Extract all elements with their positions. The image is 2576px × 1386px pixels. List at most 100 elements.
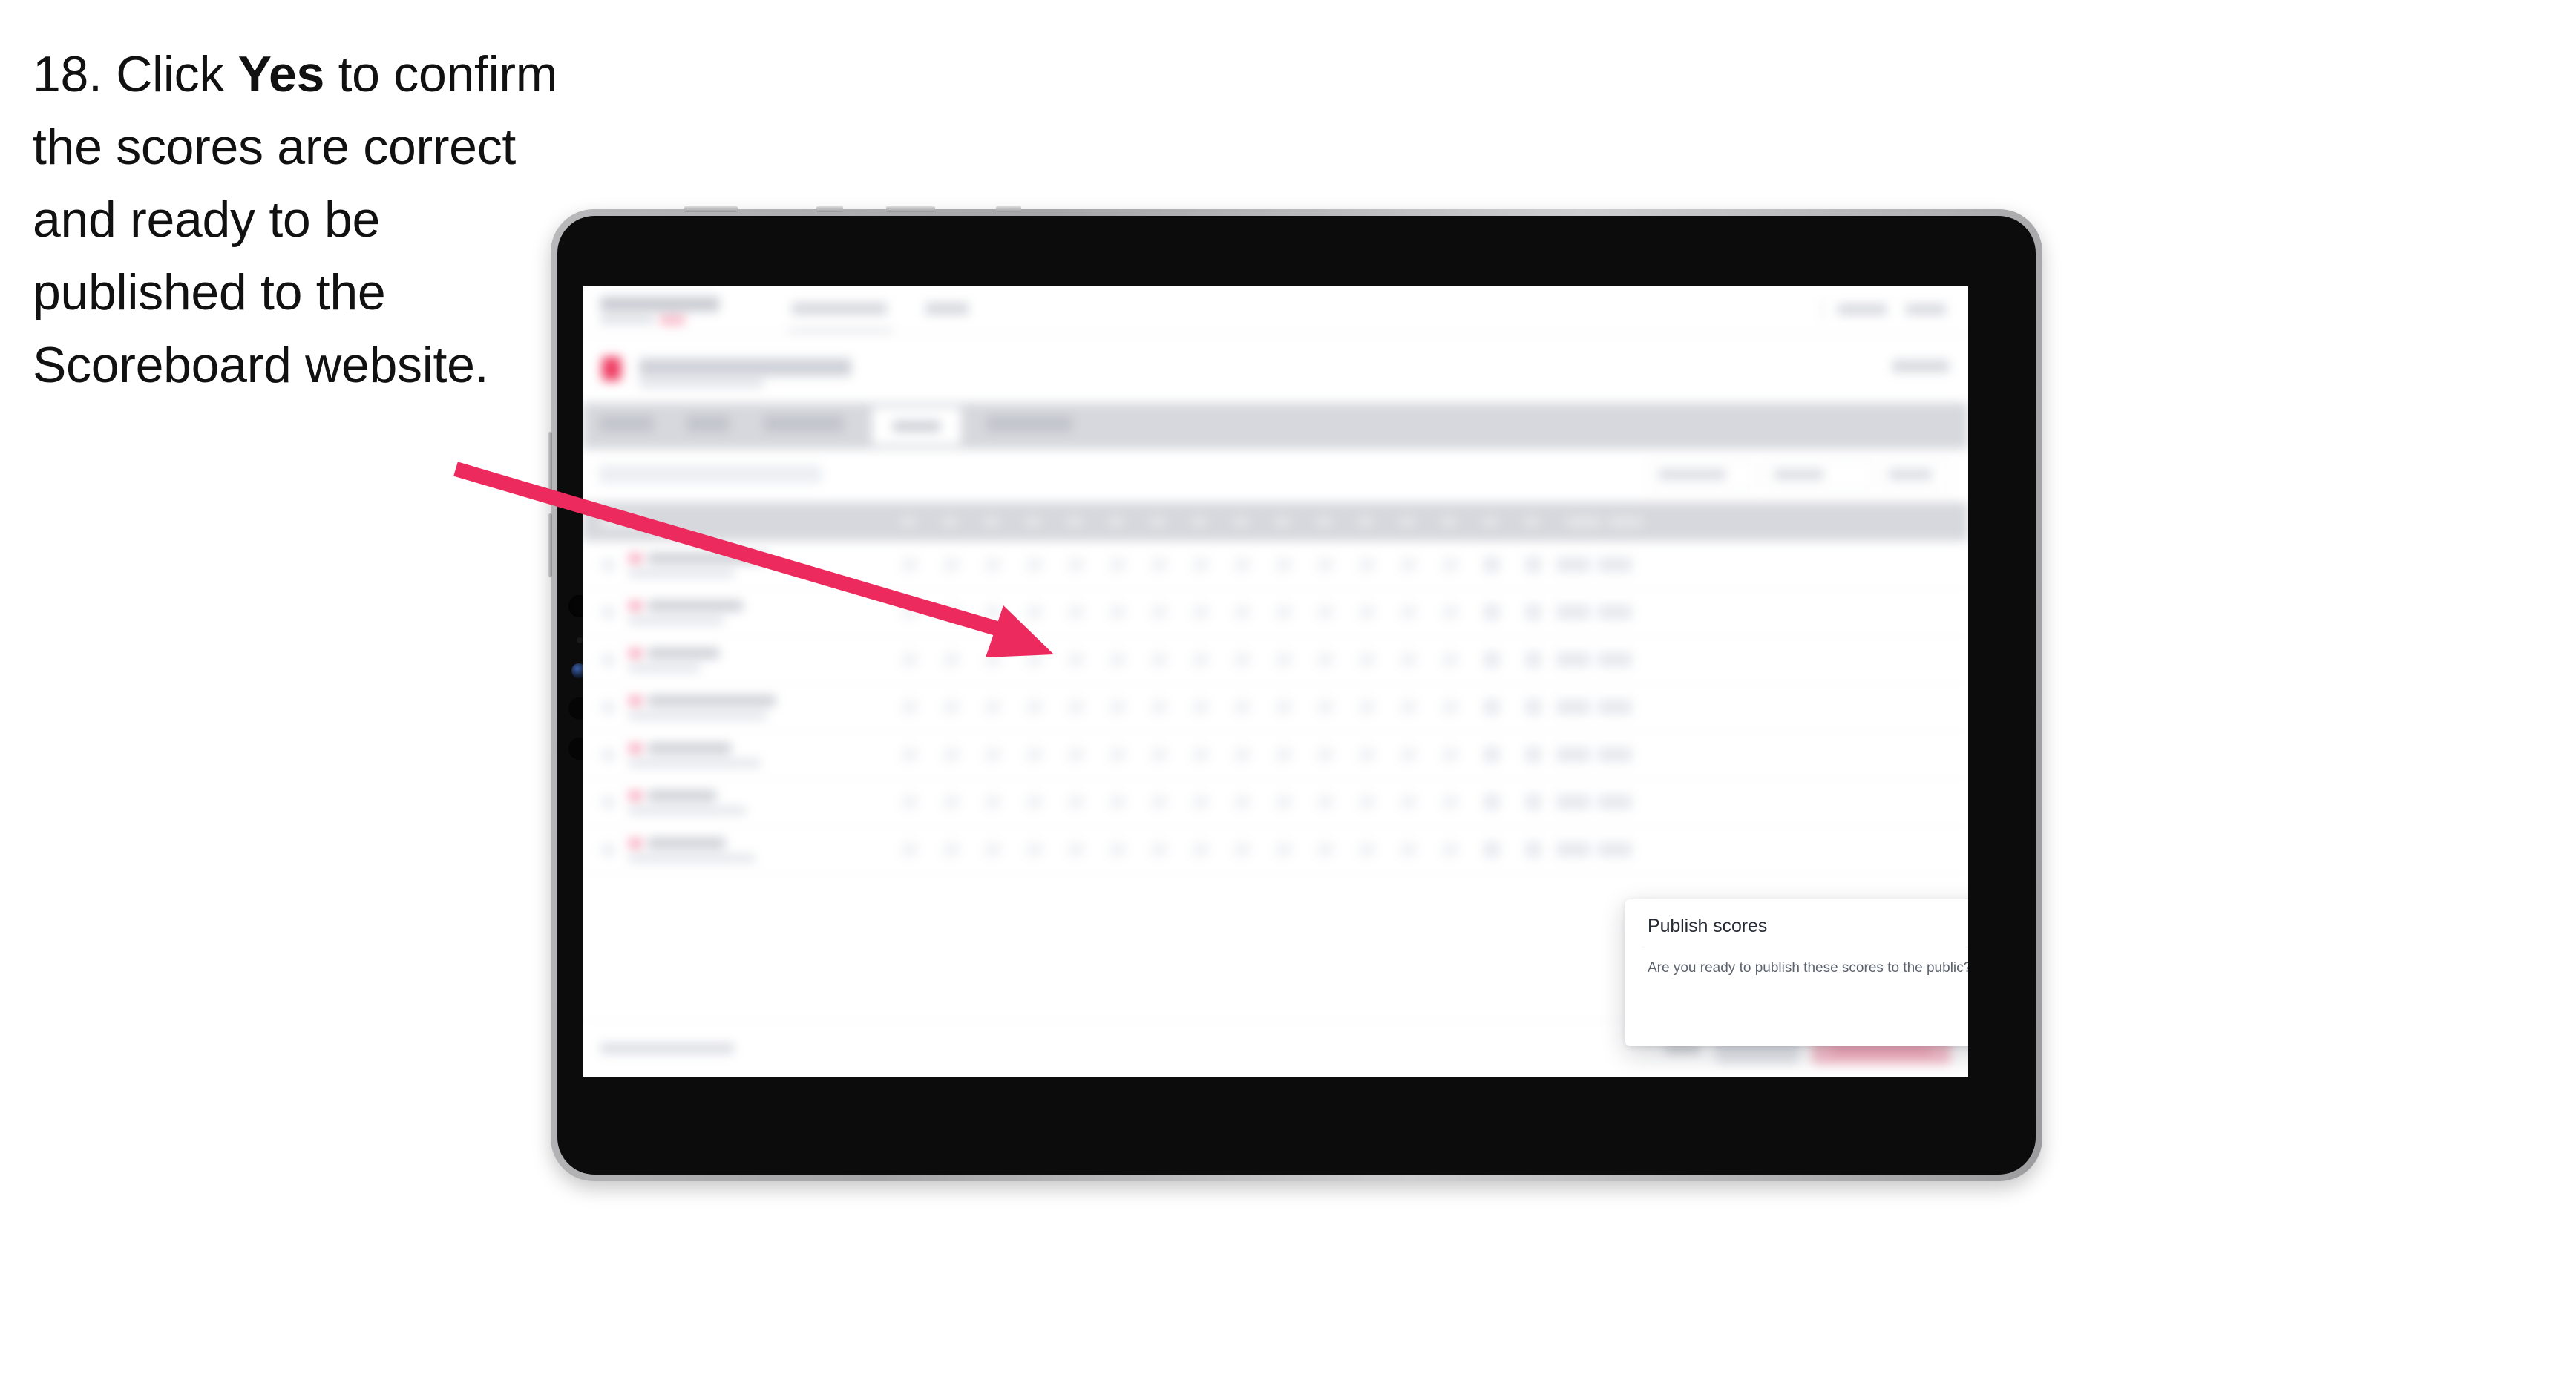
score-cell[interactable] <box>1234 605 1251 620</box>
filter-round-select[interactable] <box>1765 461 1872 489</box>
score-cell[interactable] <box>1193 605 1209 620</box>
score-cell[interactable] <box>1193 795 1209 809</box>
score-cell[interactable] <box>1525 794 1541 810</box>
score-cell[interactable] <box>1442 557 1458 572</box>
score-cell[interactable] <box>1026 557 1043 572</box>
score-cell[interactable] <box>1317 795 1334 809</box>
score-cell[interactable] <box>1151 747 1167 762</box>
score-cell[interactable] <box>1598 842 1632 857</box>
score-cell[interactable] <box>1556 795 1590 809</box>
row-checkbox[interactable] <box>602 654 614 666</box>
tab-results[interactable] <box>872 407 961 444</box>
score-cell[interactable] <box>1598 747 1632 762</box>
score-cell[interactable] <box>1484 699 1500 715</box>
score-cell[interactable] <box>1525 841 1541 858</box>
score-cell[interactable] <box>1556 652 1590 667</box>
score-cell[interactable] <box>1193 652 1209 667</box>
score-cell[interactable] <box>1317 652 1334 667</box>
score-cell[interactable] <box>1276 842 1292 857</box>
score-cell[interactable] <box>1068 747 1084 762</box>
score-cell[interactable] <box>1317 557 1334 572</box>
score-cell[interactable] <box>1110 747 1126 762</box>
row-checkbox[interactable] <box>602 844 614 856</box>
score-cell[interactable] <box>1359 842 1375 857</box>
table-row[interactable] <box>583 731 1968 779</box>
score-cell[interactable] <box>943 795 960 809</box>
score-cell[interactable] <box>985 605 1001 620</box>
score-cell[interactable] <box>1598 557 1632 572</box>
score-cell[interactable] <box>1598 605 1632 620</box>
score-cell[interactable] <box>1400 795 1417 809</box>
score-cell[interactable] <box>1234 700 1251 715</box>
score-cell[interactable] <box>902 700 918 715</box>
score-cell[interactable] <box>1234 747 1251 762</box>
score-cell[interactable] <box>1026 842 1043 857</box>
score-cell[interactable] <box>985 700 1001 715</box>
tab-draws[interactable] <box>686 416 730 432</box>
score-cell[interactable] <box>1442 605 1458 620</box>
score-cell[interactable] <box>1484 604 1500 620</box>
score-cell[interactable] <box>1359 652 1375 667</box>
row-checkbox[interactable] <box>602 559 614 571</box>
score-cell[interactable] <box>902 557 918 572</box>
score-cell[interactable] <box>902 795 918 809</box>
score-cell[interactable] <box>1110 605 1126 620</box>
filter-view-select[interactable] <box>1879 461 1952 489</box>
score-cell[interactable] <box>1484 651 1500 668</box>
score-cell[interactable] <box>1276 747 1292 762</box>
tab-score-entry[interactable] <box>764 416 844 432</box>
score-cell[interactable] <box>1234 557 1251 572</box>
score-cell[interactable] <box>1400 652 1417 667</box>
score-cell[interactable] <box>1317 605 1334 620</box>
row-checkbox[interactable] <box>602 749 614 761</box>
nav-item-reports[interactable] <box>925 303 969 315</box>
score-cell[interactable] <box>943 605 960 620</box>
score-cell[interactable] <box>1193 557 1209 572</box>
score-cell[interactable] <box>1442 700 1458 715</box>
row-checkbox[interactable] <box>602 701 614 714</box>
row-checkbox[interactable] <box>602 606 614 619</box>
score-cell[interactable] <box>1442 842 1458 857</box>
score-cell[interactable] <box>1525 556 1541 573</box>
score-cell[interactable] <box>985 842 1001 857</box>
score-cell[interactable] <box>902 605 918 620</box>
score-cell[interactable] <box>1026 605 1043 620</box>
score-cell[interactable] <box>1151 795 1167 809</box>
score-cell[interactable] <box>1359 605 1375 620</box>
score-cell[interactable] <box>1525 699 1541 715</box>
score-cell[interactable] <box>985 652 1001 667</box>
row-checkbox[interactable] <box>602 796 614 809</box>
score-cell[interactable] <box>1068 842 1084 857</box>
score-cell[interactable] <box>1276 700 1292 715</box>
score-cell[interactable] <box>1234 652 1251 667</box>
scoreboard-logo[interactable] <box>600 297 719 312</box>
nav-item-tournaments[interactable] <box>792 303 887 315</box>
score-cell[interactable] <box>1400 747 1417 762</box>
score-cell[interactable] <box>1442 795 1458 809</box>
score-cell[interactable] <box>1598 700 1632 715</box>
score-cell[interactable] <box>1400 700 1417 715</box>
score-cell[interactable] <box>1193 842 1209 857</box>
score-cell[interactable] <box>1151 842 1167 857</box>
score-cell[interactable] <box>1026 700 1043 715</box>
table-row[interactable] <box>583 588 1968 637</box>
score-cell[interactable] <box>1317 747 1334 762</box>
score-cell[interactable] <box>1068 700 1084 715</box>
score-cell[interactable] <box>1484 556 1500 573</box>
search-input[interactable] <box>599 465 822 483</box>
score-cell[interactable] <box>902 842 918 857</box>
score-cell[interactable] <box>1598 652 1632 667</box>
score-cell[interactable] <box>1484 746 1500 763</box>
score-cell[interactable] <box>1317 700 1334 715</box>
score-cell[interactable] <box>1068 795 1084 809</box>
score-cell[interactable] <box>1068 652 1084 667</box>
score-cell[interactable] <box>1556 842 1590 857</box>
score-cell[interactable] <box>1598 795 1632 809</box>
score-cell[interactable] <box>1525 746 1541 763</box>
score-cell[interactable] <box>1317 842 1334 857</box>
score-cell[interactable] <box>1110 557 1126 572</box>
score-cell[interactable] <box>1110 700 1126 715</box>
score-cell[interactable] <box>1359 557 1375 572</box>
score-cell[interactable] <box>902 747 918 762</box>
score-cell[interactable] <box>1276 652 1292 667</box>
